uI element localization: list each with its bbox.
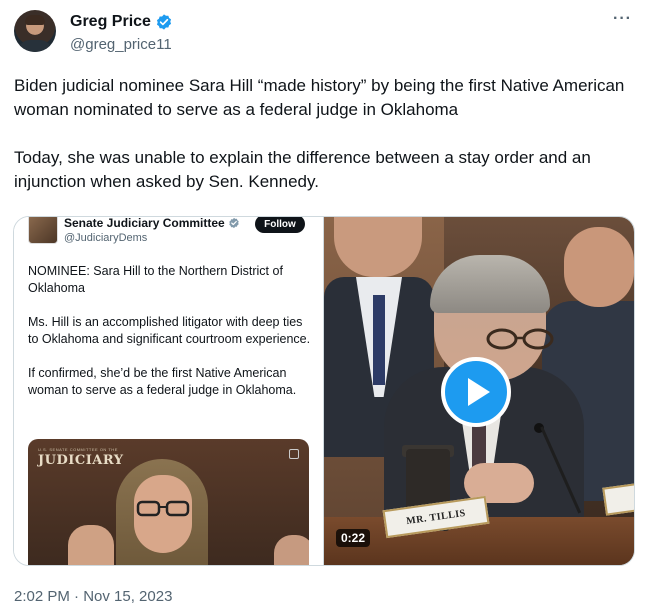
media-image-embedded-tweet[interactable]: Senate Judiciary Committee @JudiciaryDem… [14, 217, 324, 565]
background-person [68, 525, 114, 565]
embedded-paragraph: NOMINEE: Sara Hill to the Northern Distr… [28, 264, 283, 295]
embedded-video-thumbnail: U.S. SENATE COMMITTEE ON THE JUDICIARY [28, 439, 309, 565]
more-options-icon[interactable]: ··· [613, 10, 632, 28]
video-duration: 0:22 [336, 529, 371, 547]
background-person-tie [373, 295, 385, 385]
media-video[interactable]: MR. TILLIS 0:22 [324, 217, 634, 565]
author-name[interactable]: Greg Price [70, 13, 151, 31]
background-person-head [564, 227, 634, 307]
author-handle[interactable]: @greg_price11 [70, 36, 172, 53]
embedded-paragraph: Ms. Hill is an accomplished litigator wi… [28, 315, 311, 346]
embedded-paragraph: If confirmed, she’d be the first Native … [28, 366, 297, 397]
author-name-row[interactable]: Greg Price [70, 13, 173, 31]
judiciary-logo: JUDICIARY [38, 453, 124, 468]
tweet-paragraph: Biden judicial nominee Sara Hill “made h… [14, 76, 625, 119]
embedded-follow-button: Follow [255, 217, 305, 233]
government-badge-icon [229, 217, 239, 229]
play-icon [468, 378, 490, 406]
tweet-timestamp[interactable]: 2:02 PM · Nov 15, 2023 [14, 588, 172, 605]
senator-hair [430, 255, 550, 313]
glasses-icon [136, 500, 190, 517]
tweet-paragraph: Today, she was unable to explain the dif… [14, 148, 591, 191]
embedded-text: NOMINEE: Sara Hill to the Northern Distr… [28, 263, 312, 399]
glasses-icon [486, 328, 554, 350]
embedded-header: Senate Judiciary Committee @JudiciaryDem… [28, 217, 240, 245]
embedded-avatar [28, 217, 58, 244]
media-settings-icon [289, 449, 299, 459]
avatar-shirt [18, 40, 52, 52]
play-button[interactable] [441, 357, 511, 427]
tweet-text: Biden judicial nominee Sara Hill “made h… [14, 74, 632, 194]
background-person [274, 535, 309, 565]
judiciary-logo-subtitle: U.S. SENATE COMMITTEE ON THE [38, 447, 118, 452]
embedded-handle: @JudiciaryDems [64, 232, 148, 244]
author-avatar[interactable] [14, 10, 56, 52]
media-container[interactable]: Senate Judiciary Committee @JudiciaryDem… [13, 216, 635, 566]
verified-badge-icon [156, 14, 171, 30]
embedded-name: Senate Judiciary Committee [64, 216, 225, 230]
embedded-name-row: Senate Judiciary Committee [64, 216, 240, 230]
nameplate [602, 482, 634, 516]
avatar-hair [25, 15, 45, 25]
